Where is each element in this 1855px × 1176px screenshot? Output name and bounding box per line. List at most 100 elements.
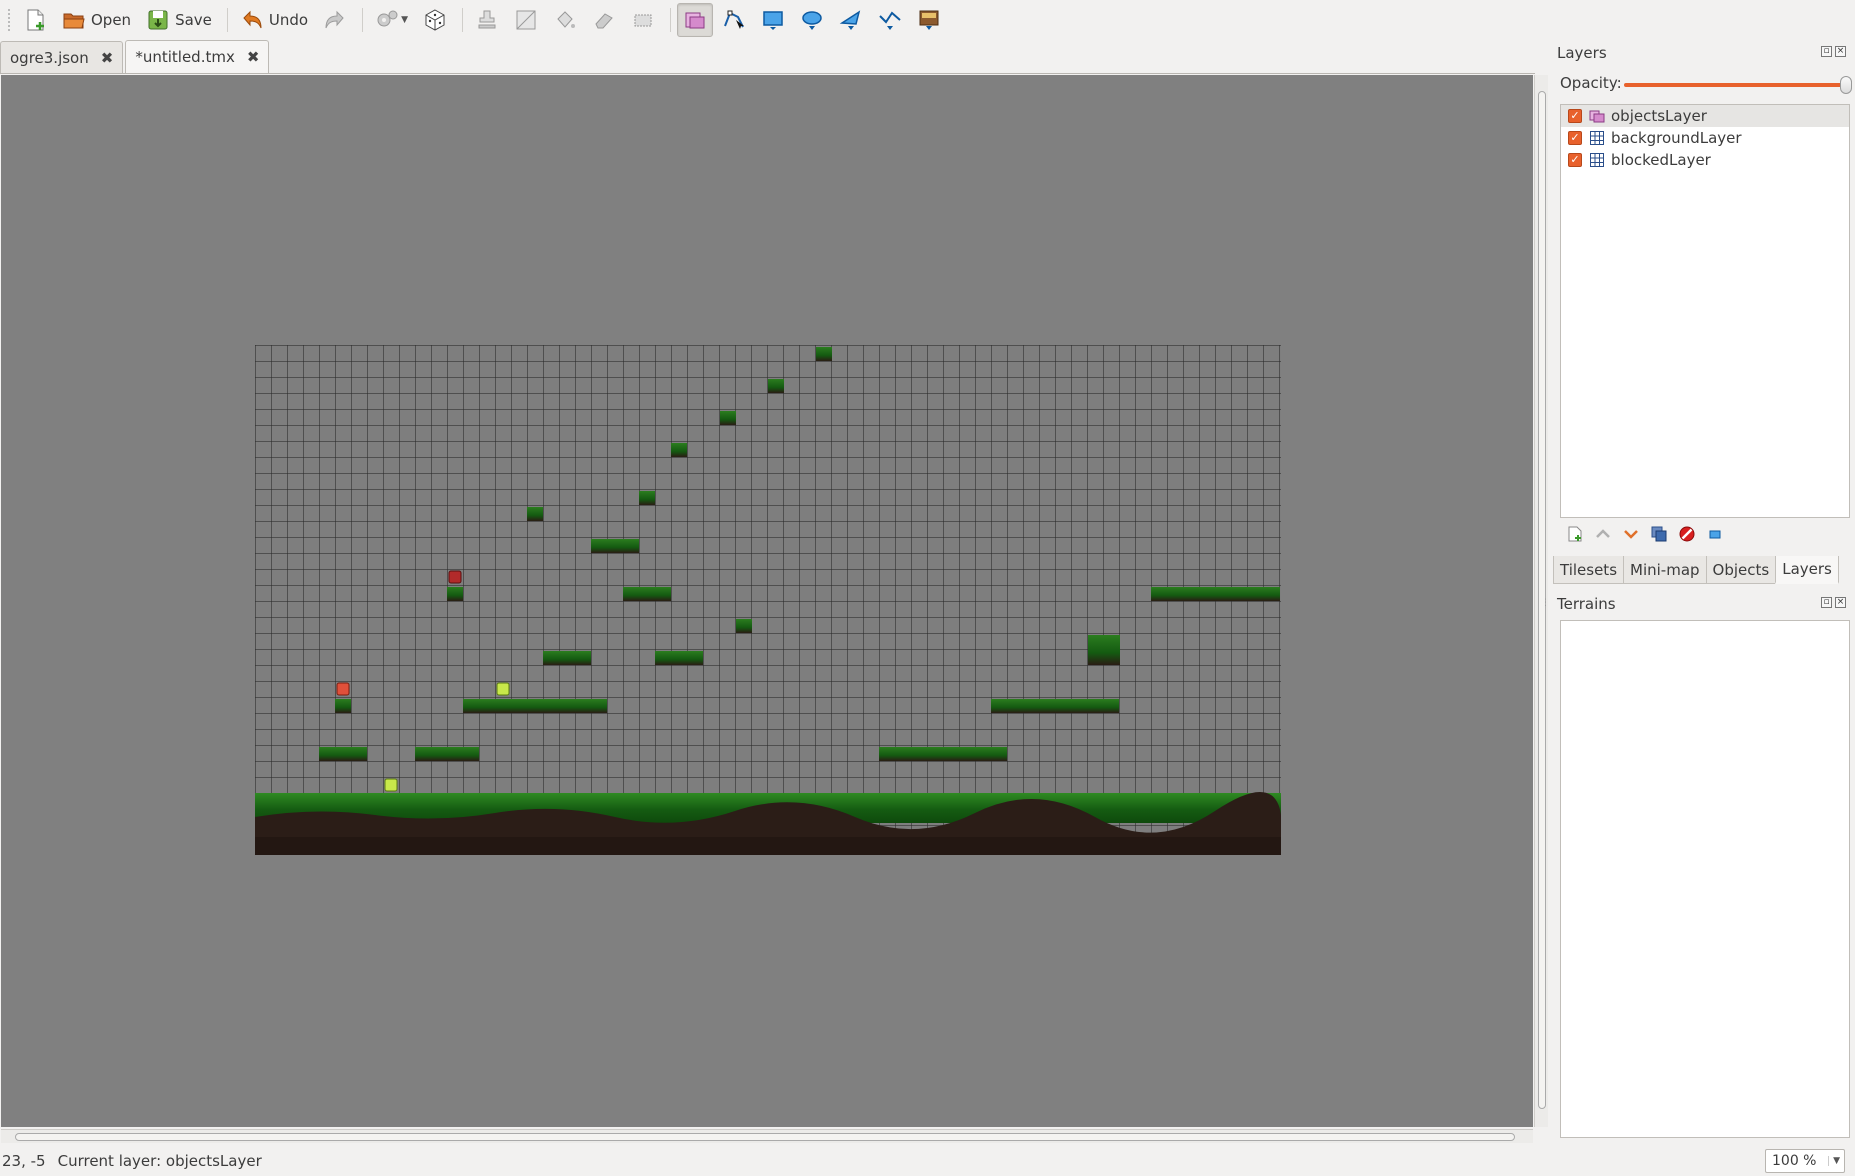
select-objects-button[interactable] xyxy=(677,3,714,37)
zoom-value: 100 % xyxy=(1772,1153,1817,1169)
tab-tilesets[interactable]: Tilesets xyxy=(1553,556,1625,584)
toolbar-separator xyxy=(670,8,672,32)
insert-polygon-button[interactable] xyxy=(833,3,869,37)
add-layer-icon[interactable] xyxy=(1566,525,1584,543)
layer-name: blockedLayer xyxy=(1611,151,1711,169)
undo-button[interactable]: Undo xyxy=(234,3,314,37)
insert-polyline-button[interactable] xyxy=(872,3,908,37)
terrains-panel-controls: ▫ × xyxy=(1821,597,1846,608)
layer-row-objects[interactable]: ✓ objectsLayer xyxy=(1561,105,1849,127)
tab-ogre3-json[interactable]: ogre3.json ✖ xyxy=(0,41,124,73)
platforms xyxy=(319,347,1280,761)
redo-icon xyxy=(325,10,344,29)
zoom-select[interactable]: 100 % ▼ xyxy=(1765,1149,1845,1173)
terrain-brush-icon xyxy=(516,10,536,30)
layer-row-blocked[interactable]: ✓ blockedLayer xyxy=(1561,149,1849,171)
save-button[interactable]: Save xyxy=(140,3,218,37)
layer-row-background[interactable]: ✓ backgroundLayer xyxy=(1561,127,1849,149)
stamp-icon xyxy=(478,10,496,29)
dice-icon xyxy=(425,9,445,31)
move-layer-up-icon[interactable] xyxy=(1594,525,1612,543)
terrains-panel-title: Terrains xyxy=(1557,595,1616,613)
toolbar-separator xyxy=(362,8,364,32)
tab-label: ogre3.json xyxy=(10,48,89,67)
horizontal-scrollbar[interactable] xyxy=(1,1129,1533,1143)
random-mode-button[interactable] xyxy=(417,3,453,37)
ground-strip xyxy=(255,791,1281,855)
insert-rectangle-icon xyxy=(763,11,783,30)
float-icon[interactable]: ▫ xyxy=(1821,597,1832,608)
insert-tile-button[interactable] xyxy=(911,3,947,37)
terrains-list[interactable] xyxy=(1560,620,1850,1138)
redo-button[interactable] xyxy=(317,3,353,37)
edit-polygons-icon xyxy=(724,10,745,29)
tab-label: *untitled.tmx xyxy=(135,48,235,66)
insert-rectangle-button[interactable] xyxy=(755,3,791,37)
move-layer-down-icon[interactable] xyxy=(1622,525,1640,543)
open-button[interactable]: Open xyxy=(56,3,137,37)
close-icon[interactable]: ✖ xyxy=(247,48,260,66)
tile-map[interactable] xyxy=(255,345,1281,855)
select-objects-icon xyxy=(685,12,705,29)
chevron-down-icon: ▼ xyxy=(1828,1156,1840,1166)
insert-ellipse-icon xyxy=(802,11,822,30)
layer-list: ✓ objectsLayer ✓ backgroundLayer ✓ block… xyxy=(1560,104,1850,518)
gears-icon xyxy=(377,10,398,27)
undo-icon xyxy=(243,10,262,29)
duplicate-layer-icon[interactable] xyxy=(1650,525,1668,543)
tab-untitled-tmx[interactable]: *untitled.tmx ✖ xyxy=(125,40,270,73)
toolbar-separator xyxy=(226,8,228,32)
visibility-checkbox[interactable]: ✓ xyxy=(1568,131,1582,145)
eraser-icon xyxy=(595,13,613,29)
terrain-brush-button[interactable] xyxy=(508,3,544,37)
layer-properties-icon[interactable] xyxy=(1706,525,1724,543)
open-label: Open xyxy=(91,11,132,29)
document-tabs: ogre3.json ✖ *untitled.tmx ✖ xyxy=(0,40,1535,74)
insert-ellipse-button[interactable] xyxy=(794,3,830,37)
map-canvas[interactable] xyxy=(1,75,1533,1127)
dock-tabs: Tilesets Mini-map Objects Layers xyxy=(1553,556,1839,584)
status-bar: 23, -5 Current layer: objectsLayer 100 %… xyxy=(0,1146,1855,1176)
toolbar-separator xyxy=(462,8,464,32)
scrollbar-thumb[interactable] xyxy=(15,1133,1515,1141)
float-icon[interactable]: ▫ xyxy=(1821,46,1832,57)
object-layer-icon xyxy=(1589,110,1605,123)
close-icon[interactable]: ✖ xyxy=(101,49,114,67)
rectangle-select-button[interactable] xyxy=(625,3,661,37)
layer-name: objectsLayer xyxy=(1611,107,1707,125)
slider-handle[interactable] xyxy=(1840,76,1852,94)
rectangle-select-icon xyxy=(634,14,652,27)
visibility-checkbox[interactable]: ✓ xyxy=(1568,109,1582,123)
tab-layers[interactable]: Layers xyxy=(1775,556,1839,584)
close-icon[interactable]: × xyxy=(1835,597,1846,608)
map-tiles xyxy=(255,347,1281,855)
insert-tile-icon xyxy=(919,10,939,30)
bucket-icon xyxy=(557,11,576,28)
opacity-slider[interactable] xyxy=(1624,76,1852,94)
bucket-fill-button[interactable] xyxy=(547,3,583,37)
cursor-coordinates: 23, -5 xyxy=(2,1152,46,1170)
toolbar-grip[interactable] xyxy=(8,9,11,31)
open-folder-icon xyxy=(63,13,85,29)
commands-button[interactable]: ▼ xyxy=(369,3,414,37)
new-button[interactable] xyxy=(17,3,53,37)
dock-splitter[interactable]: ⋮ xyxy=(1541,598,1550,608)
chevron-down-icon: ▼ xyxy=(401,15,409,25)
insert-polyline-icon xyxy=(879,11,901,30)
main-toolbar: Open Save Undo ▼ xyxy=(0,0,1855,40)
visibility-checkbox[interactable]: ✓ xyxy=(1568,153,1582,167)
save-label: Save xyxy=(175,11,212,29)
stamp-brush-button[interactable] xyxy=(469,3,505,37)
opacity-label: Opacity: xyxy=(1560,74,1622,92)
eraser-button[interactable] xyxy=(586,3,622,37)
undo-label: Undo xyxy=(268,11,309,29)
remove-layer-icon[interactable] xyxy=(1678,525,1696,543)
layers-panel-title: Layers xyxy=(1557,44,1607,62)
tab-objects[interactable]: Objects xyxy=(1705,556,1777,584)
layer-name: backgroundLayer xyxy=(1611,129,1742,147)
new-file-icon xyxy=(27,9,44,31)
edit-polygons-button[interactable] xyxy=(716,3,752,37)
tab-mini-map[interactable]: Mini-map xyxy=(1623,556,1707,584)
layer-actions xyxy=(1566,524,1724,544)
close-icon[interactable]: × xyxy=(1835,46,1846,57)
